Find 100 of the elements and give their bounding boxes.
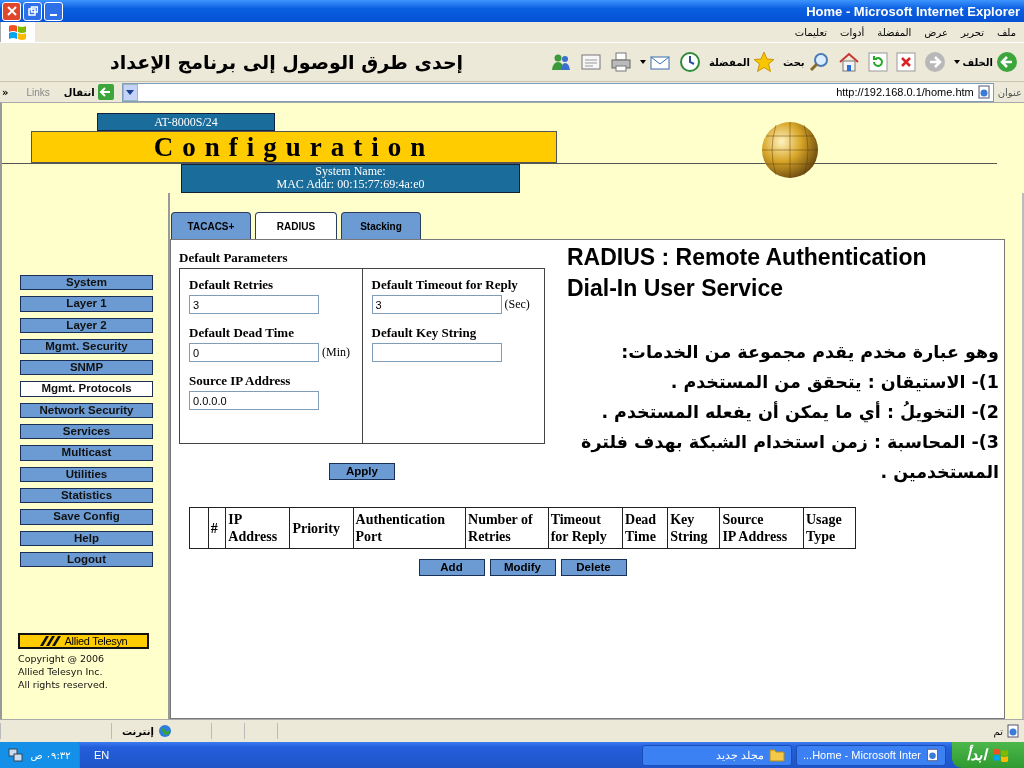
menu-item[interactable]: تحرير [960, 26, 984, 38]
field-label: Default Key String [371, 325, 478, 341]
folder-icon [769, 748, 785, 762]
nav-button[interactable]: System [20, 275, 153, 291]
nav-button[interactable]: Logout [20, 551, 153, 568]
column-header: Usage Type [803, 507, 856, 549]
restore-button[interactable] [23, 1, 42, 21]
nav-button[interactable]: Utilities [20, 466, 153, 482]
input-field[interactable] [371, 343, 502, 362]
menu-item[interactable]: أدوات [840, 26, 865, 38]
go-button[interactable]: انتقال [59, 84, 118, 100]
apply-button[interactable]: Apply [329, 463, 395, 480]
system-name: System Name: [315, 165, 386, 178]
page-icon [1006, 724, 1020, 738]
unit-label: (Sec) [504, 297, 530, 312]
copyright-text: Copyright @ 2006 [18, 652, 106, 665]
go-arrow-icon [97, 84, 114, 100]
info-title: RADIUS : Remote Authentication Dial-In User Service [567, 243, 928, 303]
search-button[interactable]: بحث [783, 51, 830, 73]
language-indicator[interactable]: EN [94, 749, 110, 761]
address-label: عنوان [997, 86, 1022, 98]
page-icon [976, 85, 991, 99]
configuration-banner: Configuration [31, 131, 557, 163]
column-header: # [208, 507, 226, 549]
tab[interactable]: TACACS+ [171, 212, 251, 239]
info-list-item: 1)- الاستيقان : يتحقق من المستخدم . [669, 371, 999, 395]
menu-item[interactable]: المفضلة [877, 26, 912, 38]
table-header-cell [189, 507, 209, 549]
menu-item[interactable]: ملف [996, 26, 1016, 38]
nav-button[interactable]: SNMP [20, 360, 153, 376]
zone-text: إنترنت [122, 725, 154, 737]
more-links-button[interactable]: » [2, 86, 17, 98]
stop-icon[interactable] [895, 52, 916, 72]
info-list-item: 2)- التخويلُ : أي ما يمكن أن يفعله المستخدم . [600, 400, 999, 425]
info-paragraph: وهو عبارة مخدم يقدم مجموعة من الخدمات: [620, 341, 999, 365]
history-icon[interactable] [678, 51, 701, 73]
nav-button[interactable]: Save Config [20, 509, 153, 525]
field-label: Source IP Address [189, 373, 292, 389]
dropdown-button[interactable] [122, 83, 138, 101]
nav-button[interactable]: Multicast [20, 445, 153, 461]
taskbar-button[interactable]: ...Home - Microsoft Inter [796, 744, 946, 766]
mac-address: MAC Addr: 00:15:77:69:4a:e0 [276, 178, 425, 191]
column-header: Number of Retries [465, 507, 549, 549]
action-button[interactable]: Delete [560, 559, 627, 576]
nav-button[interactable]: Statistics [20, 487, 153, 504]
windows-flag-icon [991, 747, 1010, 763]
column-header: Source IP Address [719, 507, 804, 549]
info-list-item: 3)- المحاسبة : زمن استخدام الشبكة بهدف فلترة المستخدمين . [580, 431, 999, 485]
input-field[interactable]: 3 [371, 295, 502, 314]
nav-button[interactable]: Mgmt. Security [20, 338, 153, 355]
caret-icon [126, 89, 135, 95]
close-icon [6, 6, 17, 16]
home-icon[interactable] [837, 51, 860, 73]
tab[interactable]: RADIUS [255, 212, 337, 239]
taskbar-button[interactable]: مجلد جديد [642, 744, 792, 766]
field-label: Default Dead Time [189, 325, 295, 341]
nav-button[interactable]: Network Security [20, 402, 153, 419]
action-button[interactable]: Modify [489, 559, 556, 576]
caret-icon [639, 60, 646, 64]
minimize-button[interactable] [44, 1, 63, 21]
windows-flag-icon [8, 23, 28, 41]
nav-button[interactable]: Layer 1 [20, 296, 153, 312]
clock: ٠٩:٣٢ ص [30, 749, 71, 761]
nav-button[interactable]: Services [20, 424, 153, 440]
column-header: Priority [289, 507, 354, 549]
close-button[interactable] [2, 1, 21, 21]
search-icon [807, 51, 830, 73]
stripes-icon [39, 636, 62, 646]
status-text: تم [993, 725, 1003, 737]
column-header: IP Address [225, 507, 290, 549]
tab[interactable]: Stacking [341, 212, 421, 239]
annotation-title: إحدى طرق الوصول إلى برنامج الإعداد [110, 51, 464, 73]
input-field[interactable]: 0 [189, 343, 319, 362]
field-label: Default Timeout for Reply [371, 277, 519, 293]
unit-label: (Min) [322, 345, 350, 360]
action-button[interactable]: Add [418, 559, 485, 576]
network-icon[interactable] [8, 747, 25, 763]
column-header: Dead Time [622, 507, 668, 549]
page-icon [926, 747, 939, 763]
star-icon [753, 51, 776, 73]
nav-button[interactable]: Help [20, 530, 153, 546]
favorites-button[interactable]: المفضلة [708, 51, 776, 73]
refresh-icon[interactable] [867, 52, 888, 72]
printer-icon[interactable] [609, 51, 632, 73]
input-field[interactable]: 3 [189, 295, 319, 314]
globe-icon [760, 120, 820, 180]
menu-item[interactable]: عرض [924, 26, 948, 38]
input-field[interactable]: 0.0.0.0 [189, 391, 319, 410]
brand-logo: Allied Telesyn [18, 633, 149, 649]
nav-button[interactable]: Layer 2 [20, 317, 153, 333]
menu-item[interactable]: تعليمات [794, 26, 828, 38]
column-header: Authentication Port [353, 507, 466, 549]
nav-button[interactable]: Mgmt. Protocols [20, 381, 153, 397]
window-title: Home - Microsoft Internet Explorer [806, 3, 1020, 19]
back-button[interactable]: الخلف [953, 51, 1018, 73]
globe-icon [157, 724, 172, 738]
column-header: Key String [667, 507, 720, 549]
address-field[interactable]: http://192.168.0.1/home.htm [121, 82, 994, 102]
section-title: Default Parameters [179, 250, 289, 266]
caret-icon [953, 60, 960, 64]
